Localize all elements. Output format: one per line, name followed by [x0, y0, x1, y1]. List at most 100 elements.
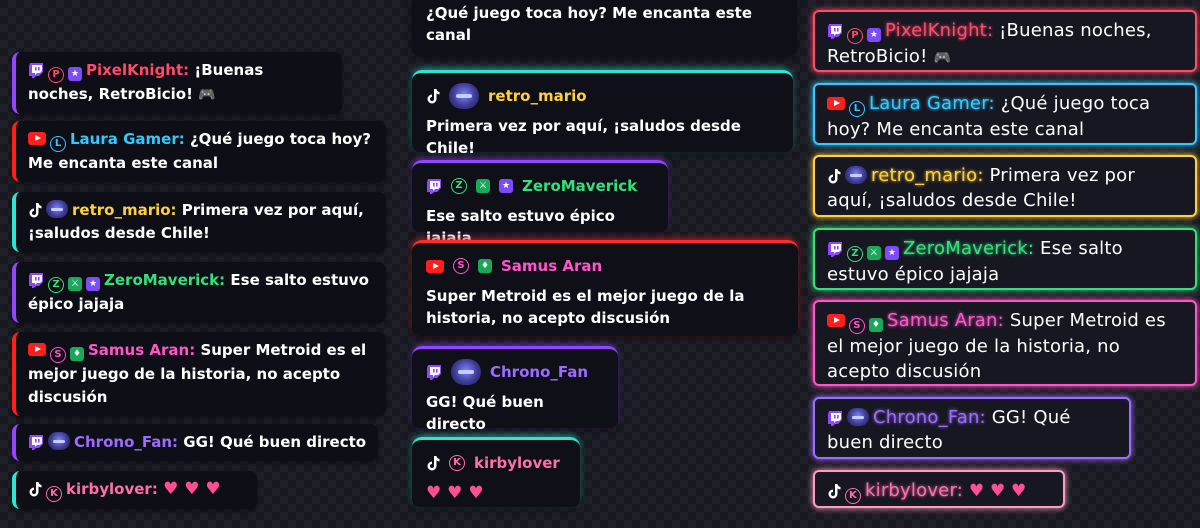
username[interactable]: Laura Gamer:: [869, 93, 995, 114]
avatar: [46, 200, 68, 218]
gamepad-emote-icon: 🎮: [933, 50, 952, 66]
chat-message: P ★ PixelKnight: ¡Buenas noches, RetroBici…: [12, 52, 342, 114]
twitch-logo-icon: [28, 272, 44, 288]
moderator-sword-badge-icon: ⚔: [476, 179, 490, 193]
chat-message: L Laura Gamer: ¿Qué juego toca hoy? Me en…: [12, 121, 386, 182]
username[interactable]: ZeroMaverick: [522, 175, 637, 197]
username[interactable]: PixelKnight:: [86, 61, 189, 79]
chat-message: Kkirbylover: ♥ ♥ ♥: [12, 471, 257, 509]
chat-message: Z ⚔ ★ ZeroMaverick: Ese salto estuvo épico …: [12, 262, 386, 323]
message-text: ¿Qué juego toca hoy? Me encanta este can…: [426, 4, 753, 44]
vip-star-badge-icon: ★: [68, 67, 82, 81]
chat-message: Z ⚔ ★ ZeroMaverick Ese salto estuvo épic…: [412, 160, 668, 247]
chat-message: S ♦ Samus Aran: Super Metroid es el mejor …: [813, 300, 1197, 386]
chat-column-neon: P ★ PixelKnight: ¡Buenas noches, RetroBici…: [810, 0, 1200, 528]
username[interactable]: kirbylover:: [865, 480, 963, 501]
heart-emote-icon: ♥ ♥ ♥: [968, 481, 1027, 501]
chat-message: retro_mario: Primera vez por aquí, ¡salu…: [813, 155, 1197, 217]
tiktok-logo-icon: [827, 483, 841, 499]
chat-message: retro_mario Primera vez por aquí, ¡salud…: [412, 70, 793, 157]
chat-column-topbar: ¿Qué juego toca hoy? Me encanta este can…: [400, 0, 810, 528]
twitch-logo-icon: [426, 178, 442, 194]
twitch-logo-icon: [426, 364, 442, 380]
username[interactable]: retro_mario: [488, 85, 587, 107]
vip-star-badge-icon: ★: [499, 179, 513, 193]
chat-column-stripe: P ★ PixelKnight: ¡Buenas noches, RetroBici…: [0, 0, 400, 528]
chat-message: S ♦ Samus Aran: Super Metroid es el mejor …: [12, 332, 386, 416]
youtube-logo-icon: [28, 343, 46, 356]
username[interactable]: Chrono_Fan:: [74, 433, 178, 451]
username[interactable]: kirbylover: [474, 452, 560, 474]
avatar: [845, 166, 867, 184]
chat-message: retro_mario: Primera vez por aquí, ¡salu…: [12, 192, 386, 252]
k-badge-icon: K: [845, 488, 861, 504]
chat-message: ¿Qué juego toca hoy? Me encanta este can…: [412, 0, 797, 56]
chat-message: Chrono_Fan: GG! Qué buen directo: [12, 424, 378, 461]
message-text: GG! Qué buen directo: [426, 393, 544, 433]
s-badge-icon: S: [849, 318, 865, 334]
z-badge-icon: Z: [48, 277, 64, 293]
username[interactable]: Samus Aran:: [887, 310, 1004, 331]
avatar: [449, 83, 479, 109]
vip-star-badge-icon: ★: [885, 246, 899, 260]
username[interactable]: retro_mario:: [871, 165, 984, 186]
moderator-sword-badge-icon: ⚔: [867, 246, 881, 260]
twitch-logo-icon: [827, 410, 843, 426]
tiktok-logo-icon: [28, 481, 42, 497]
username[interactable]: kirbylover:: [66, 480, 158, 498]
chat-message: Chrono_Fan: GG! Qué buen directo: [813, 397, 1131, 459]
username[interactable]: PixelKnight:: [885, 20, 993, 41]
message-text: Super Metroid es el mejor juego de la hi…: [426, 287, 745, 327]
subscriber-gem-badge-icon: ♦: [70, 347, 84, 361]
chat-message: Z ⚔ ★ ZeroMaverick: Ese salto estuvo épico …: [813, 228, 1197, 290]
z-badge-icon: Z: [451, 178, 467, 194]
twitch-logo-icon: [827, 23, 843, 39]
vip-star-badge-icon: ★: [86, 277, 100, 291]
username[interactable]: Chrono_Fan: [490, 361, 588, 383]
member-badge-icon: L: [849, 101, 865, 117]
username[interactable]: Samus Aran:: [88, 341, 195, 359]
heart-emote-icon: ♥ ♥ ♥: [163, 479, 221, 499]
k-badge-icon: K: [449, 455, 465, 471]
member-badge-icon: L: [50, 136, 66, 152]
s-badge-icon: S: [50, 347, 66, 363]
partner-badge-icon: P: [847, 28, 863, 44]
youtube-logo-icon: [28, 132, 46, 145]
message-text: GG! Qué buen directo: [183, 433, 367, 451]
username[interactable]: Samus Aran: [501, 255, 602, 277]
k-badge-icon: K: [46, 486, 62, 502]
moderator-sword-badge-icon: ⚔: [68, 277, 82, 291]
twitch-logo-icon: [827, 241, 843, 257]
chat-message: Chrono_Fan GG! Qué buen directo: [412, 346, 618, 433]
youtube-logo-icon: [827, 97, 845, 110]
username[interactable]: Laura Gamer:: [70, 130, 185, 148]
username[interactable]: ZeroMaverick:: [903, 238, 1034, 259]
tiktok-logo-icon: [28, 202, 42, 218]
chat-message: S ♦ Samus Aran Super Metroid es el mejor…: [412, 240, 798, 336]
avatar: [847, 408, 869, 426]
heart-emote-icon: ♥ ♥ ♥: [426, 483, 484, 503]
z-badge-icon: Z: [847, 246, 863, 262]
message-text: Primera vez por aquí, ¡saludos desde Chi…: [426, 117, 741, 157]
s-badge-icon: S: [453, 258, 469, 274]
twitch-logo-icon: [28, 434, 44, 450]
avatar: [48, 432, 70, 450]
avatar: [451, 359, 481, 385]
tiktok-logo-icon: [426, 88, 440, 104]
subscriber-gem-badge-icon: ♦: [478, 259, 492, 273]
youtube-logo-icon: [827, 314, 845, 327]
username[interactable]: Chrono_Fan:: [873, 407, 986, 428]
vip-star-badge-icon: ★: [867, 28, 881, 42]
chat-message: K kirbylover ♥ ♥ ♥: [412, 437, 580, 507]
username[interactable]: ZeroMaverick:: [104, 271, 225, 289]
tiktok-logo-icon: [426, 455, 440, 471]
chat-message: Kkirbylover: ♥ ♥ ♥: [813, 470, 1065, 508]
chat-message: P ★ PixelKnight: ¡Buenas noches, RetroBici…: [813, 10, 1197, 72]
twitch-logo-icon: [28, 62, 44, 78]
gamepad-emote-icon: 🎮: [198, 87, 216, 103]
partner-badge-icon: P: [48, 67, 64, 83]
tiktok-logo-icon: [827, 168, 841, 184]
chat-message: L Laura Gamer: ¿Qué juego toca hoy? Me en…: [813, 83, 1197, 145]
username[interactable]: retro_mario:: [72, 201, 177, 219]
youtube-logo-icon: [426, 259, 444, 273]
